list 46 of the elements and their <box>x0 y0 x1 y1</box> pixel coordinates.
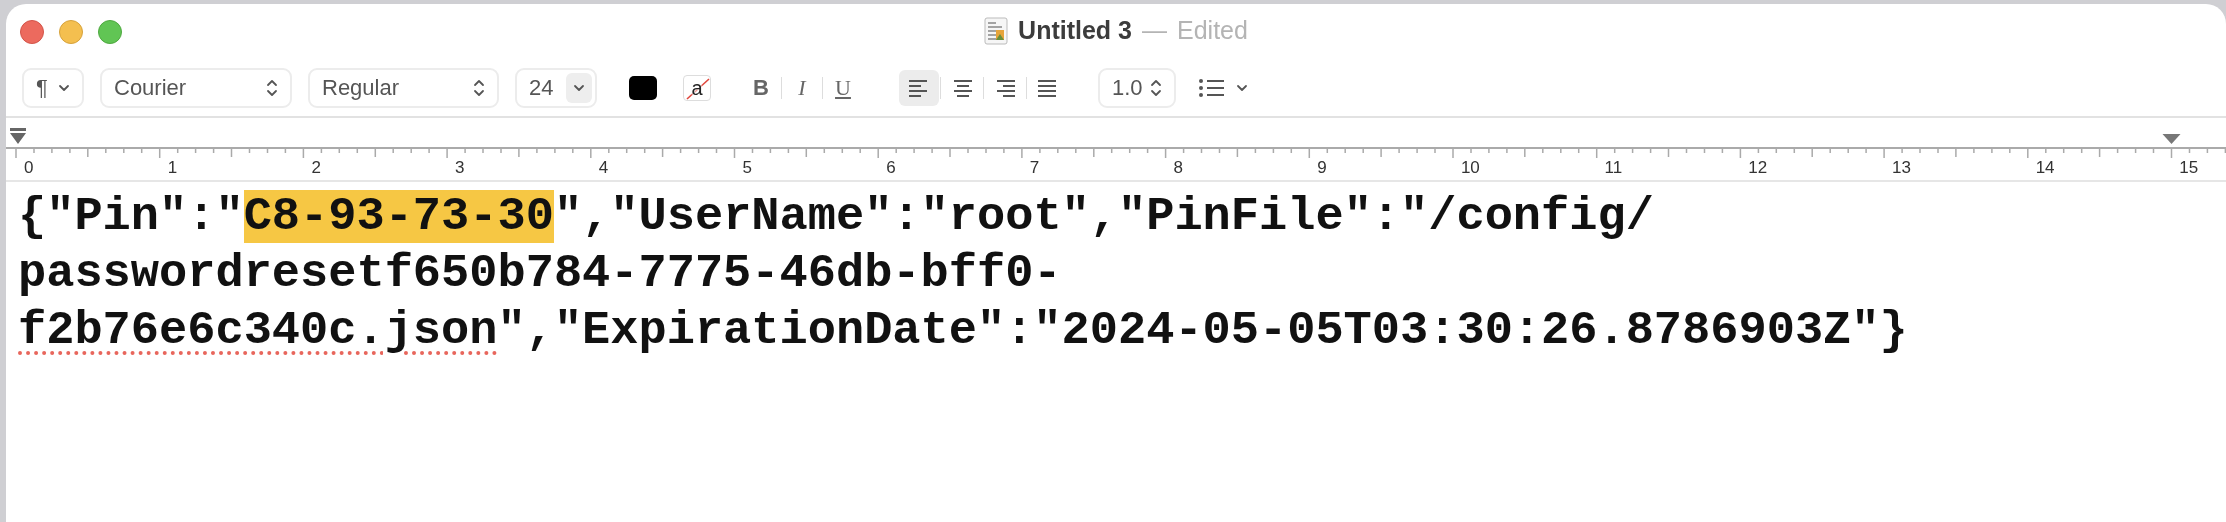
ruler-number: 12 <box>1747 158 1769 179</box>
ruler-number: 8 <box>1172 158 1184 179</box>
stepper-icon <box>1150 78 1162 98</box>
bold-button[interactable]: B <box>741 70 781 106</box>
document-icon <box>984 16 1009 45</box>
ruler-number: 3 <box>454 158 466 179</box>
misspelled-word: f2b76e6c340c.json <box>18 304 498 357</box>
title-separator: — <box>1142 16 1167 45</box>
font-family-popup[interactable]: Courier <box>100 68 292 108</box>
ruler-number: 11 <box>1603 158 1624 179</box>
ruler-number: 10 <box>1459 158 1481 179</box>
chevron-icon <box>58 83 70 93</box>
text-line: {"Pin":"C8-93-73-30","UserName":"root","PinFile":"/config/ <box>18 189 1654 245</box>
text-line: passwordresetf650b784-7775-46db-bff0- <box>18 246 1062 302</box>
ruler-number: 2 <box>310 158 322 179</box>
font-size-field[interactable]: 24 <box>515 68 597 108</box>
list-icon <box>1198 77 1224 99</box>
stepper-icon <box>473 78 485 98</box>
close-button[interactable] <box>20 20 44 44</box>
paragraph-style-popup[interactable]: ¶ <box>22 68 84 108</box>
ruler-number: 0 <box>23 158 35 179</box>
chevron-icon <box>1236 83 1248 93</box>
text-line: f2b76e6c340c.json","ExpirationDate":"2024-05-05T03:30:26.8786903Z"} <box>18 303 1908 359</box>
left-indent-marker[interactable] <box>10 128 26 144</box>
italic-button[interactable]: I <box>782 70 822 106</box>
ruler-number: 1 <box>166 158 179 179</box>
line-spacing-popup[interactable]: 1.0 <box>1098 68 1176 108</box>
text-color-swatch[interactable] <box>629 76 657 100</box>
ruler-number: 6 <box>885 158 897 179</box>
highlighted-text: C8-93-73-30 <box>243 190 554 243</box>
zoom-button[interactable] <box>98 20 122 44</box>
ruler-number: 4 <box>597 158 610 179</box>
stepper-icon <box>266 78 278 98</box>
underline-button[interactable]: U <box>823 70 863 106</box>
edited-status: Edited <box>1177 16 1248 45</box>
ruler-number: 15 <box>2178 158 2200 179</box>
ruler-number: 14 <box>2034 158 2056 179</box>
ruler-number: 7 <box>1028 158 1041 179</box>
ruler-number: 13 <box>1890 158 1912 179</box>
chevron-icon <box>573 83 585 93</box>
ruler-number: 5 <box>741 158 753 179</box>
window-title: Untitled 3 <box>1018 16 1132 45</box>
right-margin-marker[interactable] <box>2162 134 2181 144</box>
align-left-button[interactable] <box>899 70 939 106</box>
ruler-number: 9 <box>1316 158 1328 179</box>
font-style-popup[interactable]: Regular <box>308 68 499 108</box>
